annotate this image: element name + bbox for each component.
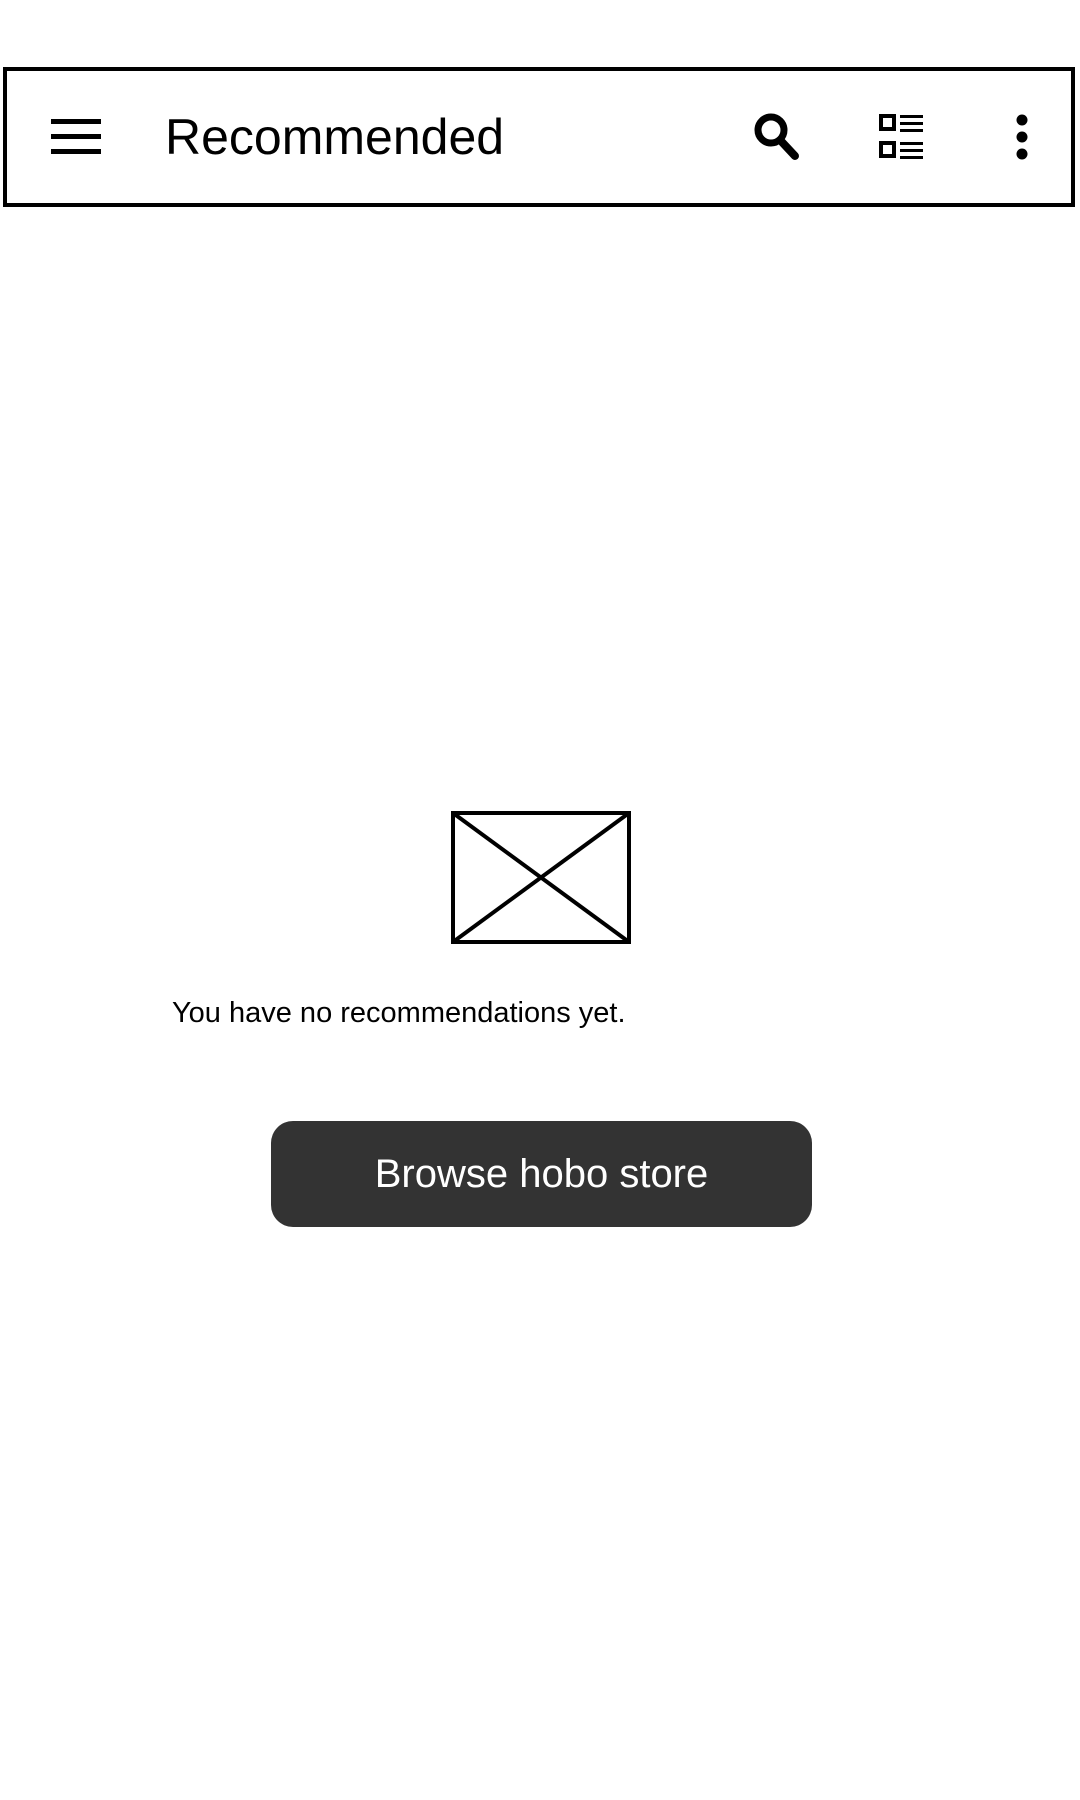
- page-title: Recommended: [165, 109, 505, 165]
- list-layout-icon: [879, 114, 923, 159]
- hamburger-menu-icon: [51, 119, 101, 154]
- image-placeholder: [451, 811, 631, 944]
- search-button[interactable]: [727, 71, 827, 203]
- app-bar: Recommended: [3, 67, 1075, 207]
- more-options-button[interactable]: [977, 71, 1067, 203]
- empty-state-message: You have no recommendations yet.: [172, 997, 626, 1029]
- browse-store-button[interactable]: Browse hobo store: [271, 1121, 812, 1227]
- menu-button[interactable]: [27, 71, 127, 203]
- search-icon: [754, 113, 799, 160]
- layout-toggle-button[interactable]: [852, 71, 952, 203]
- more-vertical-icon: [1016, 114, 1028, 160]
